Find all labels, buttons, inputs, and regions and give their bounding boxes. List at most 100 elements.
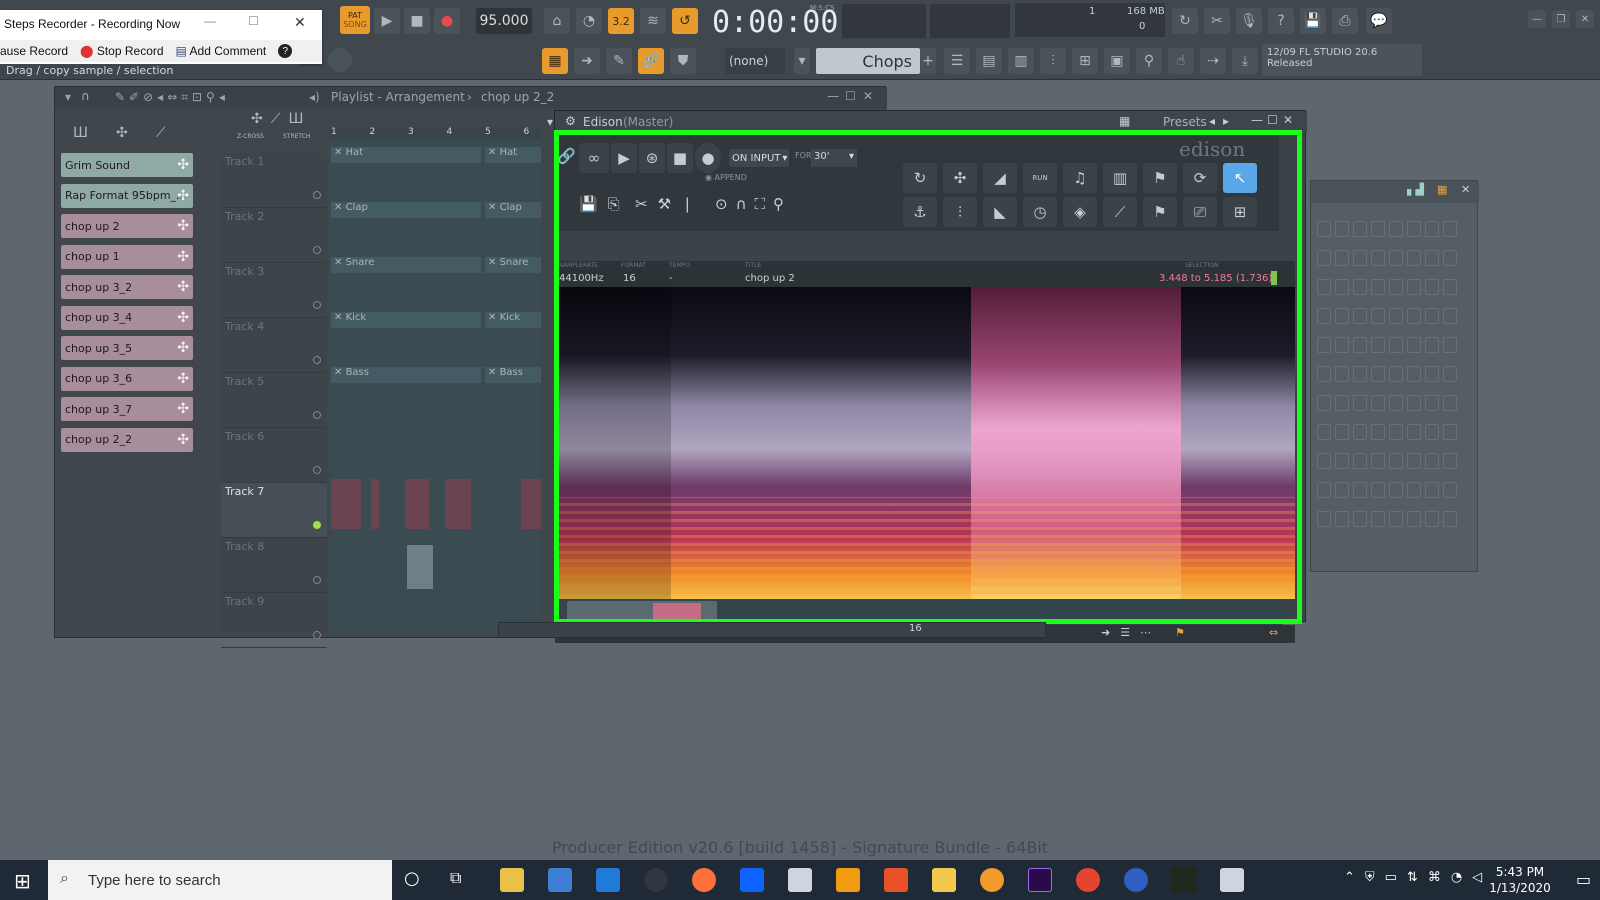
step-pad[interactable] bbox=[1407, 511, 1421, 527]
step-pad[interactable] bbox=[1443, 221, 1457, 237]
piano-roll-icon[interactable]: ▦ bbox=[542, 48, 568, 74]
edison-menu-icon[interactable]: ▾ bbox=[547, 115, 553, 129]
step-pad[interactable] bbox=[1389, 395, 1403, 411]
add-pattern-clip-icon[interactable]: ✣ bbox=[177, 188, 189, 204]
track-header[interactable]: Track 8 bbox=[221, 538, 327, 593]
step-pad[interactable] bbox=[1317, 221, 1331, 237]
playlist-maximize-icon[interactable]: ☐ bbox=[845, 89, 856, 103]
step-pad[interactable] bbox=[1371, 482, 1385, 498]
step-pads[interactable] bbox=[1311, 221, 1479, 541]
playlist-grid[interactable]: 1 2 3 4 5 6 ✕ Hat ✕ Hat ✕ Clap ✕ Clap ✕ Snare ✕ Sn… bbox=[329, 127, 541, 633]
step-pad[interactable] bbox=[1389, 482, 1403, 498]
step-pad[interactable] bbox=[1407, 308, 1421, 324]
playlist-clip[interactable]: ✕ Hat bbox=[485, 147, 541, 163]
master-volume-knob[interactable] bbox=[328, 48, 352, 72]
step-pad[interactable] bbox=[1335, 366, 1349, 382]
pattern-item[interactable]: Rap Format 95bpm_... ✣ bbox=[61, 183, 193, 208]
step-pad[interactable] bbox=[1389, 250, 1403, 266]
playlist-clip[interactable]: ✕ Snare bbox=[331, 257, 481, 273]
add-pattern-clip-icon[interactable]: ✣ bbox=[177, 371, 189, 387]
cortana-icon[interactable]: ○ bbox=[404, 868, 420, 889]
step-pad[interactable] bbox=[1335, 453, 1349, 469]
step-pad[interactable] bbox=[1407, 366, 1421, 382]
task-view-icon[interactable]: ⧉ bbox=[450, 868, 461, 888]
add-pattern-clip-icon[interactable]: ✣ bbox=[177, 279, 189, 295]
add-pattern-clip-icon[interactable]: ✣ bbox=[177, 249, 189, 265]
step-pad[interactable] bbox=[1371, 250, 1385, 266]
step-pad[interactable] bbox=[1371, 424, 1385, 440]
edison-minimize-icon[interactable]: — bbox=[1251, 113, 1263, 127]
playlist-tools-icons[interactable]: ✎✐⊘◂⇔⌗⊡⚲◂ bbox=[115, 90, 229, 105]
step-pad[interactable] bbox=[1371, 337, 1385, 353]
step-pad[interactable] bbox=[1317, 250, 1331, 266]
presets-label[interactable]: Presets bbox=[1163, 115, 1207, 129]
track-header[interactable]: Track 6 bbox=[221, 428, 327, 483]
steps-close-icon[interactable]: ✕ bbox=[294, 14, 306, 31]
news-panel[interactable]: 12/09 FL STUDIO 20.6 Released bbox=[1262, 44, 1422, 76]
steps-recorder-task-icon[interactable] bbox=[1220, 868, 1244, 892]
file-explorer-icon[interactable] bbox=[500, 868, 524, 892]
steps-minimize-icon[interactable]: — bbox=[204, 14, 216, 28]
step-pad[interactable] bbox=[1335, 221, 1349, 237]
add-pattern-icon[interactable]: + bbox=[920, 48, 936, 74]
step-pad[interactable] bbox=[1425, 424, 1439, 440]
step-pad[interactable] bbox=[1407, 482, 1421, 498]
pattern-item[interactable]: chop up 3_2 ✣ bbox=[61, 275, 193, 299]
step-pad[interactable] bbox=[1353, 279, 1367, 295]
add-comment-button[interactable]: ▤ Add Comment bbox=[176, 44, 267, 58]
playlist-mode-icons[interactable]: ✣⟋Ш bbox=[251, 111, 312, 127]
step-pad[interactable] bbox=[1371, 308, 1385, 324]
blend-icon[interactable]: ≋ bbox=[640, 8, 666, 34]
stop-record-button[interactable]: ⬤ Stop Record bbox=[80, 44, 163, 58]
step-pad[interactable] bbox=[1407, 395, 1421, 411]
track-header[interactable]: Track 9 bbox=[221, 593, 327, 648]
playlist-clip[interactable]: ✕ Clap bbox=[331, 202, 481, 218]
expand-icon[interactable]: ⇔ bbox=[1269, 626, 1278, 639]
step-pad[interactable] bbox=[1389, 453, 1403, 469]
save-icon[interactable]: 💾 bbox=[1300, 8, 1326, 34]
step-pad[interactable] bbox=[1353, 482, 1367, 498]
track-mute-icon[interactable] bbox=[313, 356, 321, 364]
step-pad[interactable] bbox=[1443, 511, 1457, 527]
project-icon[interactable]: ▣ bbox=[1104, 48, 1130, 74]
pattern-item[interactable]: chop up 3_4 ✣ bbox=[61, 305, 193, 330]
step-pad[interactable] bbox=[1353, 308, 1367, 324]
app-icon-2[interactable] bbox=[788, 868, 812, 892]
track-header[interactable]: Track 3 bbox=[221, 263, 327, 318]
step-pad[interactable] bbox=[1389, 511, 1403, 527]
play-icon[interactable]: ▶ bbox=[374, 8, 400, 34]
step-pad[interactable] bbox=[1353, 366, 1367, 382]
steps-maximize-icon[interactable]: ☐ bbox=[248, 14, 259, 28]
step-pad[interactable] bbox=[1335, 337, 1349, 353]
step-pad[interactable] bbox=[1425, 221, 1439, 237]
notes-icon[interactable] bbox=[932, 868, 956, 892]
preset-next-icon[interactable]: ▸ bbox=[1223, 114, 1229, 128]
track-mute-icon[interactable] bbox=[313, 301, 321, 309]
playlist-clip[interactable]: ✕ Clap bbox=[485, 202, 541, 218]
track-mute-icon[interactable] bbox=[313, 631, 321, 639]
step-pad[interactable] bbox=[1425, 511, 1439, 527]
tempo-display[interactable]: 95.000 bbox=[476, 8, 532, 34]
track-header[interactable]: Track 4 bbox=[221, 318, 327, 373]
store-icon[interactable] bbox=[548, 868, 572, 892]
edge-icon[interactable] bbox=[596, 868, 620, 892]
steps-counter[interactable]: 3.2 bbox=[608, 8, 634, 34]
track-mute-icon[interactable] bbox=[313, 246, 321, 254]
step-pad[interactable] bbox=[1443, 366, 1457, 382]
step-pad[interactable] bbox=[1317, 424, 1331, 440]
gear-icon[interactable]: ⚙ bbox=[565, 114, 576, 128]
playlist-clip[interactable]: ✕ Hat bbox=[331, 147, 481, 163]
track-mute-icon[interactable] bbox=[313, 411, 321, 419]
pattern-item[interactable]: chop up 2 ✣ bbox=[61, 214, 193, 238]
dropbox-icon[interactable] bbox=[740, 868, 764, 892]
track-header[interactable]: Track 2 bbox=[221, 208, 327, 263]
magnet-icon[interactable]: ∩ bbox=[81, 89, 90, 103]
app-icon-5[interactable] bbox=[1172, 868, 1196, 892]
step-pad[interactable] bbox=[1425, 250, 1439, 266]
firefox-icon[interactable] bbox=[692, 868, 716, 892]
playlist-icon[interactable]: ☰ bbox=[944, 48, 970, 74]
audio-clip[interactable] bbox=[407, 545, 433, 589]
step-pad[interactable] bbox=[1335, 395, 1349, 411]
graph-icon[interactable]: ▖▟ bbox=[1407, 183, 1424, 196]
stop-icon[interactable]: ■ bbox=[404, 8, 430, 34]
